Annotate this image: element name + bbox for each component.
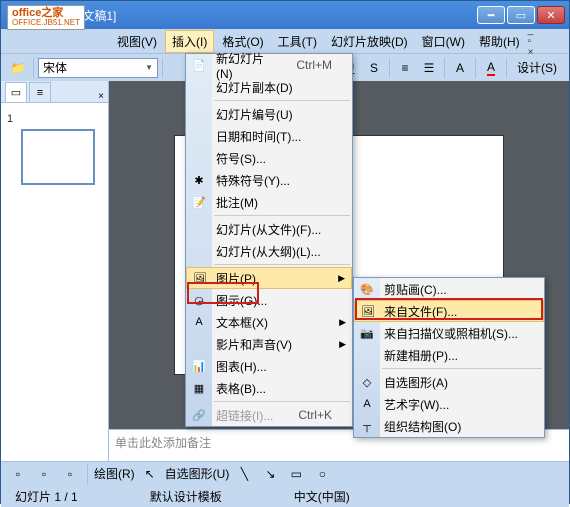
submenu-wordart[interactable]: A艺术字(W)... [354,393,544,415]
logo-overlay: office之家 OFFICE.JB51.NET [7,5,85,30]
font-color-icon[interactable]: A [480,57,502,79]
menu-comment[interactable]: 📝批注(M) [186,191,352,213]
menu-help[interactable]: 帮助(H) [473,31,526,52]
line-icon[interactable]: ╲ [233,463,255,485]
font-increase-icon[interactable]: A [449,57,471,79]
view-sorter-icon[interactable]: ▫ [33,463,55,485]
doc-controls[interactable]: _ ▫ × [528,25,540,58]
menu-symbol[interactable]: 符号(S)... [186,147,352,169]
status-lang: 中文(中国) [288,488,356,505]
chevron-right-icon: ▶ [339,317,346,328]
diagram-icon: ◶ [190,294,208,307]
hyperlink-icon: 🔗 [190,409,208,422]
submenu-from-scanner[interactable]: 📷来自扫描仪或照相机(S)... [354,322,544,344]
tab-thumbnails[interactable]: ▭ [5,82,27,102]
new-slide-icon: 📄 [190,59,208,72]
from-file-icon: 🖼 [359,305,377,318]
thumb-number: 1 [7,113,13,125]
menu-format[interactable]: 格式(O) [216,31,269,52]
menu-slideshow[interactable]: 幻灯片放映(D) [325,31,414,52]
menu-diagram[interactable]: ◶图示(G)... [186,289,352,311]
open-icon[interactable]: 📁 [7,57,29,79]
design-button[interactable]: 设计(S) [511,57,563,78]
menu-view[interactable]: 视图(V) [111,31,163,52]
menu-table[interactable]: ▦表格(B)... [186,377,352,399]
oval-icon[interactable]: ○ [311,463,333,485]
arrow-icon[interactable]: ↘ [259,463,281,485]
menu-slide-number[interactable]: 幻灯片编号(U) [186,103,352,125]
chart-icon: 📊 [190,360,208,373]
close-button[interactable]: ✕ [537,6,565,24]
textbox-icon: A [190,316,208,328]
chevron-right-icon: ▶ [338,273,345,284]
submenu-org-chart[interactable]: ┬组织结构图(O) [354,415,544,437]
view-show-icon[interactable]: ▫ [59,463,81,485]
drawing-toolbar: ▫ ▫ ▫ 绘图(R) ↖ 自选图形(U) ╲ ↘ ▭ ○ [1,461,569,485]
menu-picture[interactable]: 🖼图片(P)▶ [186,267,352,289]
menu-dup-slide[interactable]: 幻灯片副本(D) [186,76,352,98]
orgchart-icon: ┬ [358,420,376,432]
autoshapes-icon: ◇ [358,376,376,389]
special-char-icon: ✱ [190,174,208,187]
select-icon[interactable]: ↖ [139,463,161,485]
autoshapes-menu[interactable]: 自选图形(U) [165,465,230,482]
clipart-icon: 🎨 [358,283,376,296]
menu-chart[interactable]: 📊图表(H)... [186,355,352,377]
submenu-from-file[interactable]: 🖼来自文件(F)... [354,300,544,322]
menu-hyperlink[interactable]: 🔗超链接(I)...Ctrl+K [186,404,352,426]
font-combo[interactable]: 宋体 [38,58,158,78]
titlebar: rPoint - [演示文稿1] ━ ▭ ✕ [1,1,569,29]
chevron-right-icon: ▶ [339,339,346,350]
menu-date-time[interactable]: 日期和时间(T)... [186,125,352,147]
insert-menu: 📄新幻灯片(N)Ctrl+M 幻灯片副本(D) 幻灯片编号(U) 日期和时间(T… [185,53,353,427]
panel-close-icon[interactable]: × [98,91,104,102]
view-normal-icon[interactable]: ▫ [7,463,29,485]
menu-slides-from-outline[interactable]: 幻灯片(从大纲)(L)... [186,240,352,262]
shadow-button[interactable]: S [363,57,385,79]
submenu-clipart[interactable]: 🎨剪贴画(C)... [354,278,544,300]
slides-panel: ▭ ≡ × 1 [1,81,109,461]
picture-submenu: 🎨剪贴画(C)... 🖼来自文件(F)... 📷来自扫描仪或照相机(S)... … [353,277,545,438]
bullets-icon[interactable]: ☰ [418,57,440,79]
table-icon: ▦ [190,382,208,395]
submenu-new-album[interactable]: 新建相册(P)... [354,344,544,366]
status-slide: 幻灯片 1 / 1 [9,488,84,505]
rect-icon[interactable]: ▭ [285,463,307,485]
status-template: 默认设计模板 [144,488,228,505]
maximize-button[interactable]: ▭ [507,6,535,24]
menu-tools[interactable]: 工具(T) [272,31,323,52]
slide-thumbnail[interactable] [21,129,95,185]
align-left-icon[interactable]: ≡ [394,57,416,79]
picture-icon: 🖼 [191,272,209,285]
wordart-icon: A [358,398,376,410]
submenu-autoshapes[interactable]: ◇自选图形(A) [354,371,544,393]
menu-movie-sound[interactable]: 影片和声音(V)▶ [186,333,352,355]
menu-special-char[interactable]: ✱特殊符号(Y)... [186,169,352,191]
menu-textbox[interactable]: A文本框(X)▶ [186,311,352,333]
scanner-icon: 📷 [358,327,376,340]
menu-new-slide[interactable]: 📄新幻灯片(N)Ctrl+M [186,54,352,76]
draw-menu[interactable]: 绘图(R) [94,465,135,482]
comment-icon: 📝 [190,196,208,209]
minimize-button[interactable]: ━ [477,6,505,24]
tab-outline[interactable]: ≡ [29,82,51,102]
menu-slides-from-file[interactable]: 幻灯片(从文件)(F)... [186,218,352,240]
menu-window[interactable]: 窗口(W) [416,31,471,52]
menubar: 视图(V) 插入(I) 格式(O) 工具(T) 幻灯片放映(D) 窗口(W) 帮… [1,29,569,53]
menu-insert[interactable]: 插入(I) [165,30,214,53]
